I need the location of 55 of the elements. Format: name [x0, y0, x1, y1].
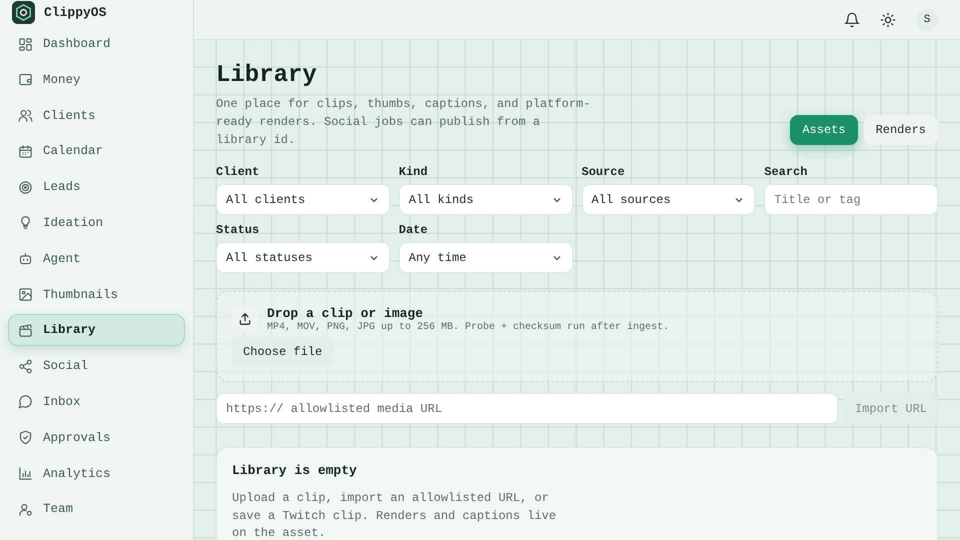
- upload-icon: [232, 306, 258, 332]
- dropdown[interactable]: All kinds: [398, 184, 572, 215]
- calendar-icon: [18, 144, 33, 159]
- nav-item[interactable]: Team: [8, 493, 185, 526]
- grid-icon: [18, 36, 33, 52]
- nav-item[interactable]: Leads: [8, 171, 185, 204]
- app-name: ClippyOS: [44, 4, 106, 20]
- nav-item[interactable]: Inbox: [8, 386, 185, 418]
- search-field[interactable]: Title or tag: [764, 184, 938, 215]
- filter-label: Date: [398, 223, 429, 237]
- nav-item[interactable]: Social: [8, 350, 185, 382]
- image-icon: [18, 287, 33, 302]
- nav-item[interactable]: Library: [8, 314, 185, 346]
- filter-label: Source: [582, 165, 626, 179]
- nav-item[interactable]: Dashboard: [8, 28, 185, 60]
- wallet-icon: [18, 72, 33, 88]
- tab[interactable]: Renders: [864, 115, 938, 145]
- nav-item[interactable]: Analytics: [8, 458, 185, 490]
- nav-item[interactable]: Approvals: [8, 422, 185, 454]
- dropdown[interactable]: All statuses: [216, 242, 390, 273]
- nav-item[interactable]: Money: [8, 64, 185, 96]
- tab[interactable]: Assets: [790, 115, 858, 145]
- lightbulb-icon: [18, 215, 33, 230]
- filter-label: Status: [216, 223, 260, 237]
- empty-text: Upload a clip, import an allowlisted URL, or save a Twitch clip. Renders and captions live on the asset.: [232, 490, 558, 540]
- target-icon: [18, 180, 33, 195]
- chat-bubble-icon: [18, 394, 33, 410]
- bell-icon[interactable]: [844, 12, 860, 28]
- share-icon: [18, 358, 33, 374]
- filter-label: Client: [216, 165, 260, 179]
- clapperboard-icon: [18, 322, 33, 338]
- bar-chart-icon: [18, 466, 33, 482]
- shield-check-icon: [18, 430, 33, 446]
- nav-item[interactable]: Ideation: [8, 206, 185, 239]
- drop-hint: MP4, MOV, PNG, JPG up to 256 MB. Probe + checksum run after ingest.: [267, 322, 670, 333]
- users-icon: [18, 108, 33, 124]
- choose-file-button[interactable]: Choose file: [232, 337, 334, 367]
- dropdown[interactable]: All sources: [582, 184, 756, 215]
- page-description: One place for clips, thumbs, captions, and platform-ready renders. Social jobs can publish from a library id.: [216, 96, 592, 149]
- filter-label: Kind: [398, 165, 429, 179]
- robot-icon: [18, 251, 33, 266]
- nav-item[interactable]: Clients: [8, 100, 185, 132]
- user-avatar[interactable]: S: [916, 8, 938, 30]
- nav-item[interactable]: Agent: [8, 242, 185, 275]
- dropdown[interactable]: Any time: [398, 242, 572, 273]
- drop-zone[interactable]: Drop a clip or image MP4, MOV, PNG, JPG up to 256 MB. Probe + checksum run after ingest. Choose file: [216, 291, 938, 382]
- empty-title: Library is empty: [232, 463, 358, 478]
- sun-icon[interactable]: [880, 12, 896, 28]
- nav-item[interactable]: Calendar: [8, 135, 185, 168]
- drop-title: Drop a clip or image: [267, 306, 424, 321]
- nav-item[interactable]: Thumbnails: [8, 278, 185, 311]
- user-gear-icon: [18, 502, 33, 517]
- filter-label: Search: [764, 165, 808, 179]
- dropdown[interactable]: All clients: [216, 184, 390, 215]
- page-title: Library: [216, 62, 318, 89]
